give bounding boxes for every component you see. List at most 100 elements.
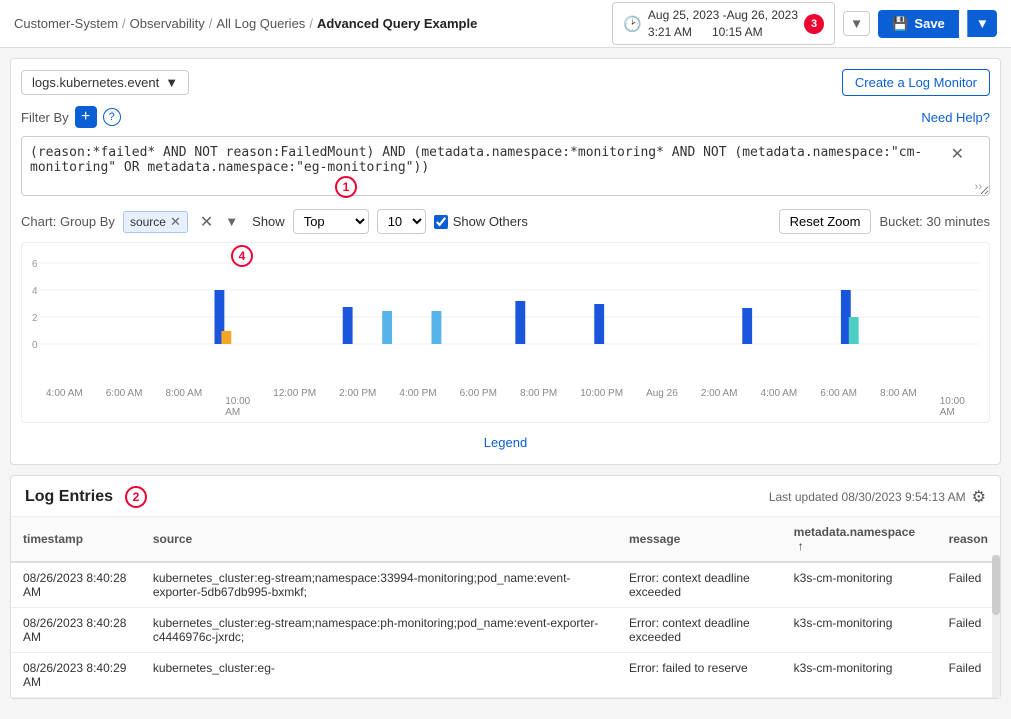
x-label-1: 6:00 AM <box>106 388 143 418</box>
log-title: Log Entries 2 <box>25 486 147 508</box>
tag-value: source <box>130 215 166 229</box>
log-section: Log Entries 2 Last updated 08/30/2023 9:… <box>10 475 1001 699</box>
sort-icon: ↑ <box>798 539 804 553</box>
help-icon[interactable]: ? <box>103 108 121 126</box>
chart-right-controls: Reset Zoom Bucket: 30 minutes <box>779 209 990 234</box>
table-header-row: timestamp source message metadata.namesp… <box>11 517 1000 562</box>
main-panel: logs.kubernetes.event ▼ Create a Log Mon… <box>10 58 1001 465</box>
cell-namespace-2: k3s-cm-monitoring <box>782 653 937 698</box>
show-others-label[interactable]: Show Others <box>434 214 528 229</box>
x-label-4: 12:00 PM <box>273 388 316 418</box>
filter-row: Filter By + ? Need Help? <box>21 106 990 128</box>
cell-reason-0: Failed <box>937 562 1000 608</box>
settings-icon[interactable]: ⚙ <box>972 487 986 507</box>
group-by-dropdown-icon[interactable]: ▼ <box>225 214 238 229</box>
breadcrumb-item-1[interactable]: Customer-System <box>14 16 118 31</box>
date-range-dropdown[interactable]: ▼ <box>843 11 870 36</box>
breadcrumb-sep-2: / <box>209 16 213 31</box>
x-label-12: 4:00 AM <box>761 388 798 418</box>
log-circle-label: 2 <box>125 486 147 508</box>
chart-controls: Chart: Group By source ✕ ✕ ▼ Show Top Bo… <box>21 209 990 234</box>
query-box-wrapper: ✕ ›› 1 <box>21 136 990 199</box>
x-label-15: 10:00AM <box>940 396 965 418</box>
breadcrumb-item-2[interactable]: Observability <box>130 16 205 31</box>
resize-handle: ›› <box>975 181 982 193</box>
clock-icon: 🕑 <box>623 15 642 33</box>
breadcrumb-current: Advanced Query Example <box>317 16 477 31</box>
group-by-clear-button[interactable]: ✕ <box>196 212 217 232</box>
breadcrumb: Customer-System / Observability / All Lo… <box>14 16 477 31</box>
legend-link[interactable]: Legend <box>21 429 990 454</box>
svg-text:6: 6 <box>32 259 38 270</box>
bucket-label: Bucket: 30 minutes <box>879 214 990 229</box>
show-label: Show <box>252 214 285 229</box>
create-log-monitor-button[interactable]: Create a Log Monitor <box>842 69 990 96</box>
breadcrumb-sep-1: / <box>122 16 126 31</box>
col-timestamp: timestamp <box>11 517 141 562</box>
header-right: 🕑 Aug 25, 2023 -Aug 26, 2023 3:21 AM 10:… <box>612 2 997 46</box>
cell-source-1: kubernetes_cluster:eg-stream;namespace:p… <box>141 608 617 653</box>
chart-svg: 6 4 2 0 <box>32 253 979 383</box>
query-clear-button[interactable]: ✕ <box>951 144 964 164</box>
x-axis-labels: 4:00 AM 6:00 AM 8:00 AM 10:00AM 12:00 PM… <box>32 386 979 422</box>
cell-message-1: Error: context deadline exceeded <box>617 608 782 653</box>
source-row: logs.kubernetes.event ▼ Create a Log Mon… <box>21 69 990 96</box>
save-icon: 💾 <box>892 16 908 32</box>
time-end: 10:15 AM <box>712 25 763 39</box>
cell-timestamp-0: 08/26/2023 8:40:28 AM <box>11 562 141 608</box>
time-start: 3:21 AM <box>648 25 692 39</box>
filter-label: Filter By <box>21 110 69 125</box>
need-help-link[interactable]: Need Help? <box>921 110 990 125</box>
save-dropdown-button[interactable]: ▼ <box>967 10 997 37</box>
scrollbar-track <box>992 555 1000 698</box>
x-label-2: 8:00 AM <box>165 388 202 418</box>
log-updated: Last updated 08/30/2023 9:54:13 AM ⚙ <box>769 487 986 507</box>
cell-source-2: kubernetes_cluster:eg- <box>141 653 617 698</box>
x-label-5: 2:00 PM <box>339 388 376 418</box>
log-table: timestamp source message metadata.namesp… <box>11 517 1000 698</box>
x-label-10: Aug 26 <box>646 388 678 418</box>
x-label-7: 6:00 PM <box>460 388 497 418</box>
table-row: 08/26/2023 8:40:29 AM kubernetes_cluster… <box>11 653 1000 698</box>
col-reason: reason <box>937 517 1000 562</box>
breadcrumb-item-3[interactable]: All Log Queries <box>216 16 305 31</box>
table-row: 08/26/2023 8:40:28 AM kubernetes_cluster… <box>11 562 1000 608</box>
svg-text:2: 2 <box>32 313 38 324</box>
cell-message-0: Error: context deadline exceeded <box>617 562 782 608</box>
filter-add-button[interactable]: + <box>75 106 97 128</box>
x-label-11: 2:00 AM <box>701 388 738 418</box>
svg-text:4: 4 <box>32 286 38 297</box>
x-label-9: 10:00 PM <box>580 388 623 418</box>
col-namespace[interactable]: metadata.namespace ↑ <box>782 517 937 562</box>
table-row: 08/26/2023 8:40:28 AM kubernetes_cluster… <box>11 608 1000 653</box>
chart-area: 4 6 4 2 0 4:00 AM 6: <box>21 242 990 423</box>
log-header: Log Entries 2 Last updated 08/30/2023 9:… <box>11 476 1000 517</box>
top-select[interactable]: Top Bottom <box>293 209 369 234</box>
show-others-checkbox[interactable] <box>434 215 448 229</box>
x-label-0: 4:00 AM <box>46 388 83 418</box>
badge-number: 3 <box>804 14 824 34</box>
group-by-tag: source ✕ <box>123 211 188 233</box>
date-range-picker[interactable]: 🕑 Aug 25, 2023 -Aug 26, 2023 3:21 AM 10:… <box>612 2 835 46</box>
cell-timestamp-2: 08/26/2023 8:40:29 AM <box>11 653 141 698</box>
date-range-text: Aug 25, 2023 -Aug 26, 2023 3:21 AM 10:15… <box>648 7 798 41</box>
source-selector[interactable]: logs.kubernetes.event ▼ <box>21 70 189 95</box>
scrollbar-thumb[interactable] <box>992 555 1000 615</box>
tag-remove-button[interactable]: ✕ <box>170 214 181 230</box>
table-container: timestamp source message metadata.namesp… <box>11 517 1000 698</box>
col-message: message <box>617 517 782 562</box>
reset-zoom-button[interactable]: Reset Zoom <box>779 209 872 234</box>
cell-reason-1: Failed <box>937 608 1000 653</box>
breadcrumb-sep-3: / <box>309 16 313 31</box>
query-input[interactable] <box>21 136 990 196</box>
cell-source-0: kubernetes_cluster:eg-stream;namespace:3… <box>141 562 617 608</box>
date-start: Aug 25, 2023 - <box>648 8 727 22</box>
cell-namespace-0: k3s-cm-monitoring <box>782 562 937 608</box>
svg-text:0: 0 <box>32 340 38 351</box>
cell-reason-2: Failed <box>937 653 1000 698</box>
chart-circle-label: 4 <box>231 245 253 267</box>
save-button[interactable]: 💾 Save <box>878 10 959 38</box>
query-circle-label: 1 <box>335 176 357 198</box>
cell-namespace-1: k3s-cm-monitoring <box>782 608 937 653</box>
count-select[interactable]: 10 20 50 <box>377 209 426 234</box>
